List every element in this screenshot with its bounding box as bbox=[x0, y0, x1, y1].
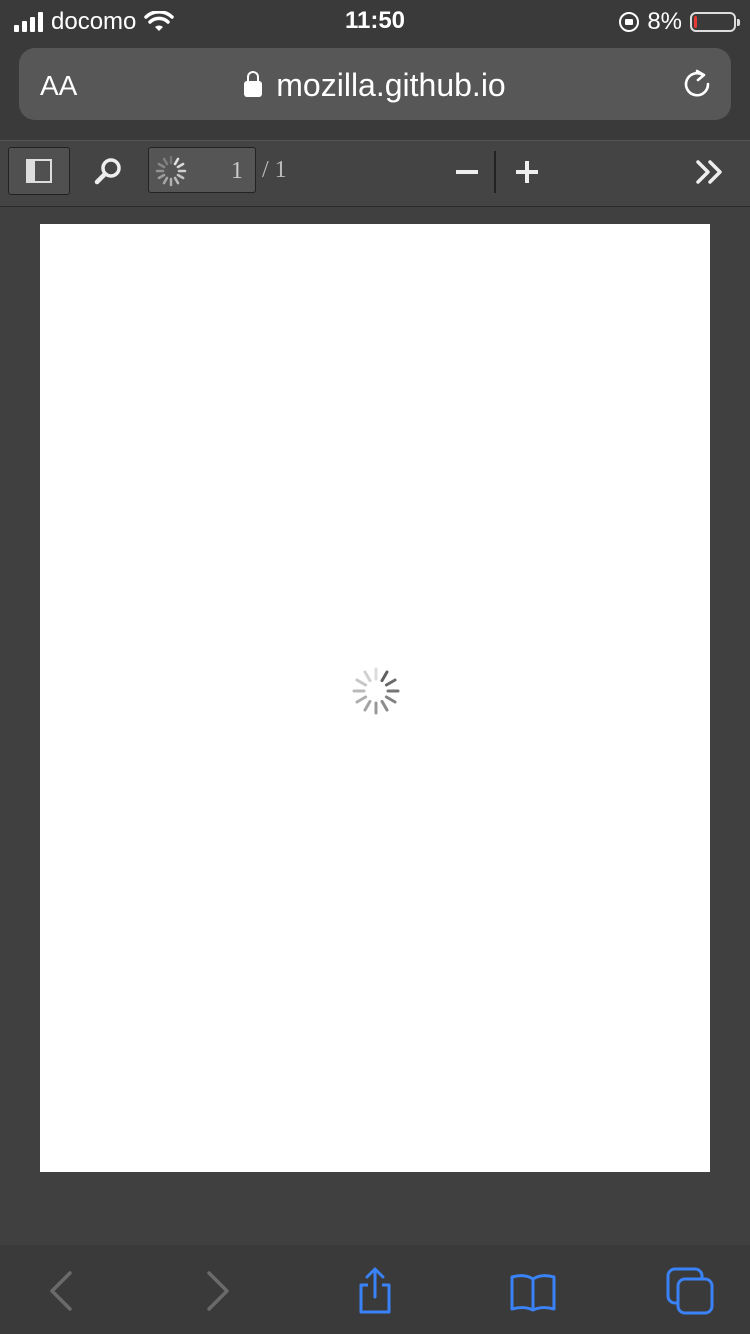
battery-level-fill bbox=[694, 16, 697, 28]
address-bar[interactable]: AA mozilla.github.io bbox=[19, 48, 731, 120]
search-icon[interactable] bbox=[92, 154, 126, 188]
page-number-input[interactable]: 1 bbox=[148, 147, 256, 193]
share-icon[interactable] bbox=[351, 1267, 399, 1315]
reload-icon[interactable] bbox=[681, 68, 713, 100]
pdf-viewer[interactable] bbox=[0, 207, 750, 1245]
pdf-toolbar: 1 / 1 bbox=[0, 140, 750, 207]
forward-arrow-icon[interactable] bbox=[193, 1267, 241, 1315]
sidebar-toggle-button[interactable] bbox=[8, 147, 70, 195]
double-chevron-right-icon[interactable] bbox=[690, 154, 730, 190]
url-text: mozilla.github.io bbox=[276, 67, 506, 103]
sidebar-toggle-icon bbox=[26, 159, 52, 183]
loading-spinner-icon bbox=[155, 155, 187, 187]
pdf-page[interactable] bbox=[40, 224, 710, 1172]
lock-icon bbox=[244, 71, 263, 97]
url-display[interactable]: mozilla.github.io bbox=[19, 67, 731, 104]
browser-chrome-top: AA mozilla.github.io bbox=[0, 40, 750, 140]
tabs-icon[interactable] bbox=[666, 1267, 714, 1315]
zoom-out-icon[interactable] bbox=[452, 150, 482, 194]
bookmarks-icon[interactable] bbox=[509, 1267, 557, 1315]
orientation-lock-icon bbox=[619, 12, 640, 32]
toolbar-separator bbox=[494, 151, 496, 193]
back-arrow-icon[interactable] bbox=[38, 1267, 86, 1315]
battery-icon bbox=[690, 12, 740, 32]
battery-percent: 8% bbox=[647, 8, 682, 35]
browser-bottom-toolbar bbox=[0, 1245, 750, 1334]
zoom-in-icon[interactable] bbox=[512, 150, 542, 194]
loading-spinner-icon bbox=[352, 667, 400, 715]
page-count: / 1 bbox=[262, 157, 287, 183]
status-right: 8% bbox=[619, 8, 740, 36]
status-bar: docomo 11:50 8% bbox=[0, 0, 750, 40]
page-number: 1 bbox=[231, 158, 243, 184]
